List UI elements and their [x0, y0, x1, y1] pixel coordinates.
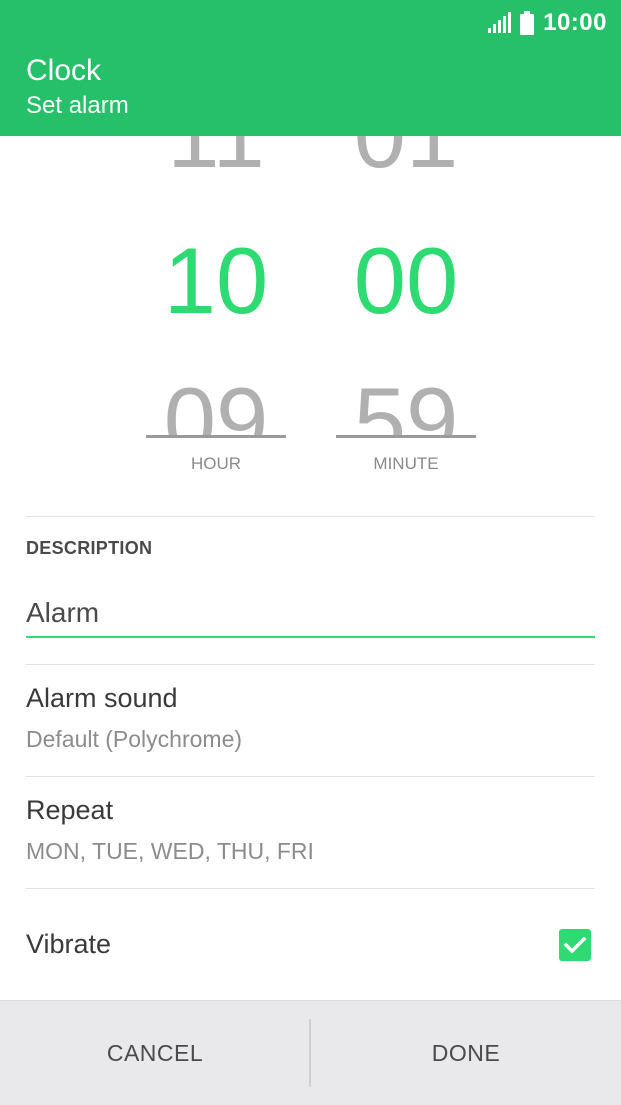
bottom-action-bar: CANCEL DONE	[0, 1000, 621, 1105]
alarm-sound-row[interactable]: Alarm sound Default (Polychrome)	[0, 665, 621, 776]
status-time: 10:00	[543, 9, 607, 36]
minute-prev-value[interactable]: 01	[336, 136, 476, 182]
alarm-sound-value: Default (Polychrome)	[26, 726, 243, 752]
cancel-button[interactable]: CANCEL	[0, 1001, 310, 1105]
hour-prev-value[interactable]: 11	[146, 136, 286, 182]
hour-underline	[146, 435, 286, 438]
repeat-title: Repeat	[26, 795, 114, 825]
done-button[interactable]: DONE	[311, 1001, 621, 1105]
repeat-row[interactable]: Repeat MON, TUE, WED, THU, FRI	[0, 777, 621, 888]
vibrate-checkbox[interactable]	[559, 929, 591, 961]
description-label: DESCRIPTION	[26, 538, 153, 558]
minute-next-value[interactable]: 59	[336, 374, 476, 436]
vibrate-title: Vibrate	[26, 929, 112, 959]
battery-icon	[520, 11, 535, 35]
minute-label: MINUTE	[373, 454, 439, 473]
repeat-value: MON, TUE, WED, THU, FRI	[26, 838, 314, 864]
time-picker: 11 10 09 HOUR 01 00 59 MINUTE	[0, 136, 621, 516]
hour-current-value[interactable]: 10	[146, 234, 286, 328]
description-input[interactable]	[26, 590, 595, 638]
minute-underline	[336, 435, 476, 438]
minute-current-value[interactable]: 00	[336, 234, 476, 328]
vibrate-row[interactable]: Vibrate	[0, 889, 621, 999]
hour-label: HOUR	[190, 454, 242, 473]
signal-icon	[488, 12, 512, 33]
status-bar: 10:00	[487, 8, 607, 38]
app-header: 10:00 Clock Set alarm	[0, 0, 621, 136]
checkmark-icon	[563, 936, 587, 954]
alarm-sound-title: Alarm sound	[26, 683, 178, 713]
app-title: Clock	[26, 54, 102, 87]
hour-next-value[interactable]: 09	[146, 374, 286, 436]
screen-subtitle: Set alarm	[26, 92, 129, 119]
divider	[26, 516, 595, 517]
